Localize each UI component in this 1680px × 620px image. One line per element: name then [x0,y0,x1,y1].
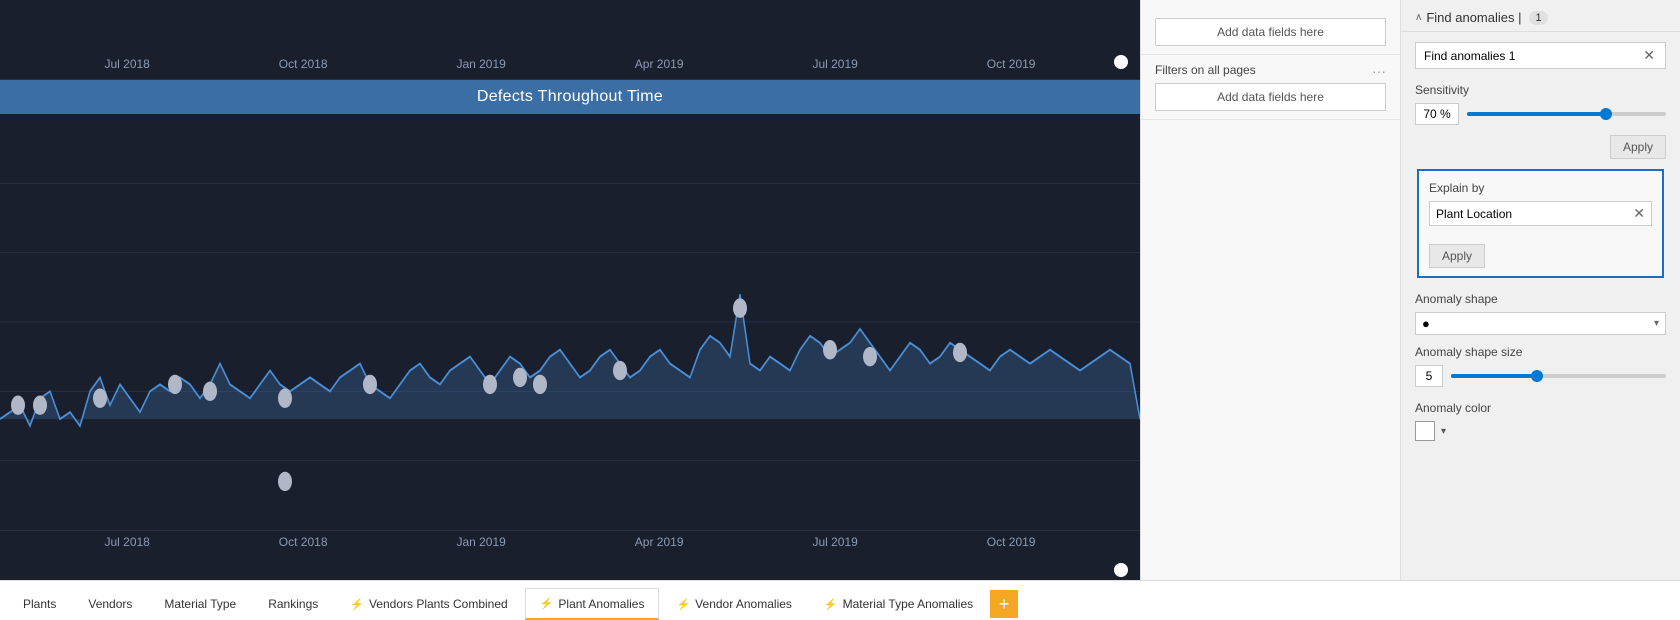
explain-by-section: Explain by Plant Location ✕ Apply [1417,169,1664,278]
dropdown-arrow-icon: ▾ [1654,318,1659,329]
date-axis-bottom: Jul 2018 Oct 2018 Jan 2019 Apr 2019 Jul … [0,530,1140,560]
anomaly-size-label: Anomaly shape size [1415,345,1666,359]
slider-row [0,560,1140,580]
date-label-top-5: Jul 2019 [812,57,857,71]
color-swatch[interactable] [1415,421,1435,441]
plant-location-text: Plant Location [1436,207,1512,221]
size-row: 5 [1415,365,1666,387]
color-dropdown-arrow-icon[interactable]: ▾ [1441,426,1446,437]
tab-material-anomalies-label: Material Type Anomalies [843,597,974,611]
filter-panel: Add data fields here Filters on all page… [1140,0,1400,580]
date-label-bot-1: Jul 2018 [104,535,149,560]
add-fields-button-1[interactable]: Add data fields here [1155,18,1386,46]
apply-button-explain[interactable]: Apply [1429,244,1485,268]
analytics-body: Find anomalies 1 ✕ Sensitivity 70 % [1401,32,1680,451]
range-slider-dot-bottom[interactable] [1114,563,1128,577]
range-slider-dot-top[interactable] [1114,55,1128,69]
anomaly-shape-value: ● [1422,316,1430,331]
apply-button-sensitivity[interactable]: Apply [1610,135,1666,159]
anomaly-color-label: Anomaly color [1415,401,1666,415]
tab-material-type-label: Material Type [164,597,236,611]
chart-title: Defects Throughout Time [0,80,1140,114]
tab-plant-anomalies-label: Plant Anomalies [558,597,644,611]
close-anomalies-button[interactable]: ✕ [1641,47,1657,64]
tab-vendors-plants-icon: ⚡ [350,598,364,611]
anomaly-shape-label: Anomaly shape [1415,292,1666,306]
tab-vendors-plants-label: Vendors Plants Combined [369,597,508,611]
anomaly-shape-dropdown[interactable]: ● ▾ [1415,312,1666,335]
anomaly-size-value: 5 [1415,365,1443,387]
find-anomalies-label: Find anomalies 1 [1424,49,1515,63]
chart-top: Jul 2018 Oct 2018 Jan 2019 Apr 2019 Jul … [0,0,1140,80]
tab-vendor-anomalies[interactable]: ⚡ Vendor Anomalies [661,588,806,620]
anomaly-size-section: Anomaly shape size 5 [1415,345,1666,387]
analytics-panel: ∧ Find anomalies | 1 Find anomalies 1 ✕ … [1400,0,1680,580]
date-label-top-4: Apr 2019 [635,57,684,71]
date-label-top-2: Oct 2018 [279,57,328,71]
analytics-header: ∧ Find anomalies | 1 [1401,0,1680,32]
tab-rankings-label: Rankings [268,597,318,611]
tab-material-anomalies-icon: ⚡ [824,598,838,611]
sensitivity-label: Sensitivity [1415,83,1666,97]
add-tab-button[interactable]: + [990,590,1018,618]
tab-rankings[interactable]: Rankings [253,588,333,620]
color-swatch-row: ▾ [1415,421,1666,441]
tab-vendor-anomalies-icon: ⚡ [676,598,690,611]
tab-plants-label: Plants [23,597,56,611]
tab-vendor-anomalies-label: Vendor Anomalies [695,597,792,611]
date-label-top-3: Jan 2019 [456,57,505,71]
anomalies-badge: 1 [1529,11,1547,25]
sensitivity-value: 70 % [1415,103,1459,125]
date-label-bot-2: Oct 2018 [279,535,328,560]
filter-section-top: Add data fields here [1141,10,1400,55]
filter-dots-icon[interactable]: ··· [1372,63,1386,79]
chart-main: Defects Throughout Time [0,80,1140,580]
tab-vendors-label: Vendors [88,597,132,611]
date-label-bot-4: Apr 2019 [635,535,684,560]
size-slider[interactable] [1451,374,1666,378]
tag-close-icon[interactable]: ✕ [1633,205,1645,222]
add-fields-button-2[interactable]: Add data fields here [1155,83,1386,111]
tab-material-type[interactable]: Material Type [149,588,251,620]
sensitivity-row: 70 % [1415,103,1666,125]
date-axis-top: Jul 2018 Oct 2018 Jan 2019 Apr 2019 Jul … [0,57,1140,71]
plant-location-tag: Plant Location ✕ [1429,201,1652,226]
date-label-bot-5: Jul 2019 [812,535,857,560]
explain-by-label: Explain by [1429,181,1652,195]
tab-vendors-plants[interactable]: ⚡ Vendors Plants Combined [335,588,522,620]
tab-material-anomalies[interactable]: ⚡ Material Type Anomalies [809,588,988,620]
tabs-bar: Plants Vendors Material Type Rankings ⚡ … [0,580,1680,620]
tab-plant-anomalies[interactable]: ⚡ Plant Anomalies [525,588,660,620]
tab-plant-anomalies-icon: ⚡ [540,597,554,610]
tab-plants[interactable]: Plants [8,588,71,620]
chart-area: Jul 2018 Oct 2018 Jan 2019 Apr 2019 Jul … [0,0,1140,580]
filters-all-pages-label: Filters on all pages ··· [1155,63,1386,77]
date-label-top-6: Oct 2019 [987,57,1036,71]
chart-body [0,114,1140,530]
percent-unit: % [1440,107,1451,121]
anomaly-shape-section: Anomaly shape ● ▾ [1415,292,1666,335]
date-label-bot-3: Jan 2019 [456,535,505,560]
date-label-top-1: Jul 2018 [104,57,149,71]
chevron-up-icon[interactable]: ∧ [1415,12,1422,23]
chart-svg [0,114,1140,530]
anomaly-color-section: Anomaly color ▾ [1415,401,1666,441]
analytics-title: ∧ Find anomalies | 1 [1415,10,1548,25]
tab-vendors[interactable]: Vendors [73,588,147,620]
find-anomalies-row: Find anomalies 1 ✕ [1415,42,1666,69]
sensitivity-section: Sensitivity 70 % [1415,83,1666,125]
sensitivity-slider[interactable] [1467,112,1666,116]
date-label-bot-6: Oct 2019 [987,535,1036,560]
filter-section-all-pages: Filters on all pages ··· Add data fields… [1141,55,1400,120]
